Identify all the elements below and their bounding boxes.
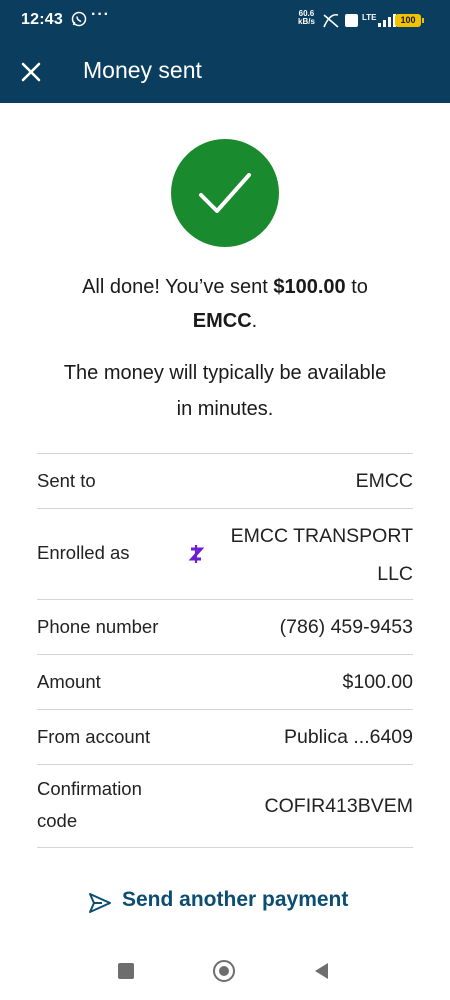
enrolled-as-value: EMCC TRANSPORT LLC <box>230 525 413 585</box>
detail-row-confirmation: Confirmation code COFIR413BVEM <box>37 764 413 848</box>
send-another-label: Send another payment <box>122 888 349 911</box>
system-nav-bar <box>0 944 450 1000</box>
enrolled-as-label: Enrolled as <box>37 542 130 563</box>
detail-row-phone: Phone number (786) 459-9453 <box>37 599 413 654</box>
checkmark-icon <box>199 173 251 213</box>
whatsapp-icon <box>71 11 87 27</box>
from-account-label: From account <box>37 726 151 747</box>
status-time: 12:43 <box>21 11 63 28</box>
network-speed-unit: kB/s <box>298 17 315 26</box>
network-type: LTE <box>362 13 377 22</box>
top-bar: 12:43 ··· 60.6 kB/s LTE 100 Money sent <box>0 0 450 103</box>
done-suffix: . <box>251 310 258 332</box>
recipient-name: EMCC <box>192 310 252 332</box>
done-middle: to <box>345 276 368 298</box>
back-icon[interactable] <box>313 962 329 980</box>
detail-row-from-account: From account Publica ...6409 <box>37 709 413 764</box>
amount-value: $100.00 <box>342 671 414 693</box>
send-icon <box>89 893 111 913</box>
from-account-value: Publica ...6409 <box>283 726 413 748</box>
phone-label: Phone number <box>37 616 159 637</box>
done-prefix: All done! You’ve sent <box>82 276 274 298</box>
sent-to-value: EMCC <box>355 470 413 492</box>
detail-row-sent-to: Sent to EMCC <box>37 453 413 508</box>
sent-amount: $100.00 <box>273 276 346 298</box>
payment-details: Sent to EMCC Enrolled as EMCC TRANSPORT … <box>37 453 413 848</box>
phone-value: (786) 459-9453 <box>279 616 413 638</box>
confirmation-code-value: COFIR413BVEM <box>264 795 413 817</box>
app-header: Money sent <box>0 45 450 103</box>
done-message: All done! You’ve sent $100.00 to EMCC. <box>30 270 420 338</box>
recent-apps-icon[interactable] <box>118 963 134 979</box>
page-title: Money sent <box>83 57 202 83</box>
more-notifications-icon: ··· <box>91 6 110 23</box>
battery-icon: 100 <box>395 14 424 27</box>
detail-row-amount: Amount $100.00 <box>37 654 413 709</box>
status-bar: 12:43 ··· 60.6 kB/s LTE 100 <box>0 0 450 40</box>
zelle-icon <box>188 545 204 563</box>
close-icon[interactable] <box>14 55 48 89</box>
availability-message: The money will typically be available in… <box>63 362 387 420</box>
home-icon[interactable] <box>213 960 235 982</box>
amount-label: Amount <box>37 671 101 692</box>
detail-row-enrolled-as: Enrolled as EMCC TRANSPORT LLC <box>37 508 413 599</box>
network-speed: 60.6 kB/s <box>298 10 315 26</box>
confirmation-code-label: Confirmation code <box>37 778 142 831</box>
sent-to-label: Sent to <box>37 470 96 491</box>
success-checkmark-icon <box>171 139 279 247</box>
